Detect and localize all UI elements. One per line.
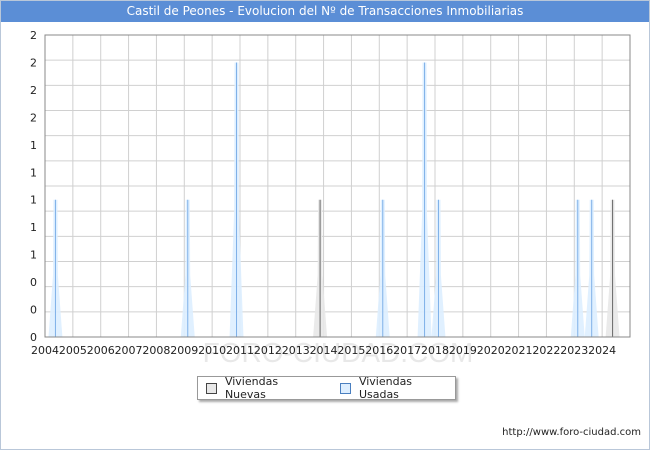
x-tick-label: 2011 xyxy=(226,344,254,357)
grid xyxy=(45,35,630,337)
y-axis-ticks: 0 0 0 1 1 1 1 1 2 2 2 2 xyxy=(30,29,37,344)
x-tick-label: 2005 xyxy=(59,344,87,357)
x-tick-label: 2019 xyxy=(449,344,477,357)
y-tick-label: 2 xyxy=(30,56,37,69)
y-tick-label: 1 xyxy=(30,139,37,152)
x-tick-label: 2009 xyxy=(170,344,198,357)
legend-swatch-nuevas xyxy=(206,382,217,394)
y-tick-label: 2 xyxy=(30,111,37,124)
x-tick-label: 2007 xyxy=(115,344,143,357)
y-tick-label: 0 xyxy=(30,276,37,289)
y-tick-label: 1 xyxy=(30,249,37,262)
y-tick-label: 0 xyxy=(30,331,37,344)
y-tick-label: 0 xyxy=(30,304,37,317)
x-tick-label: 2022 xyxy=(532,344,560,357)
y-tick-label: 2 xyxy=(30,84,37,97)
x-axis-ticks: 2004 2005 2006 2007 2008 2009 2010 2011 2012 2013… xyxy=(31,344,616,357)
x-tick-label: 2010 xyxy=(198,344,226,357)
x-tick-label: 2020 xyxy=(477,344,505,357)
series-layer xyxy=(48,62,620,338)
x-tick-label: 2017 xyxy=(393,344,421,357)
x-tick-label: 2013 xyxy=(282,344,310,357)
x-tick-label: 2008 xyxy=(142,344,170,357)
x-tick-label: 2004 xyxy=(31,344,59,357)
legend-label-nuevas: Viviendas Nuevas xyxy=(224,375,279,401)
y-tick-label: 2 xyxy=(30,29,37,42)
x-tick-label: 2014 xyxy=(310,344,338,357)
x-tick-label: 2021 xyxy=(505,344,533,357)
legend-item-nuevas: Viviendas Nuevas xyxy=(206,375,322,401)
y-tick-label: 1 xyxy=(30,221,37,234)
x-tick-label: 2012 xyxy=(254,344,282,357)
legend-label-usadas: Viviendas Usadas xyxy=(358,375,413,401)
legend: Viviendas Nuevas Viviendas Usadas xyxy=(197,375,456,401)
x-tick-label: 2018 xyxy=(421,344,449,357)
y-tick-label: 1 xyxy=(30,166,37,179)
x-tick-label: 2016 xyxy=(365,344,393,357)
x-tick-label: 2015 xyxy=(337,344,365,357)
x-tick-label: 2024 xyxy=(588,344,616,357)
legend-item-usadas: Viviendas Usadas xyxy=(339,375,455,401)
legend-swatch-usadas xyxy=(339,382,351,394)
x-tick-label: 2006 xyxy=(87,344,115,357)
footer-url[interactable]: http://www.foro-ciudad.com xyxy=(502,427,641,438)
x-tick-label: 2023 xyxy=(560,344,588,357)
y-tick-label: 1 xyxy=(30,194,37,207)
